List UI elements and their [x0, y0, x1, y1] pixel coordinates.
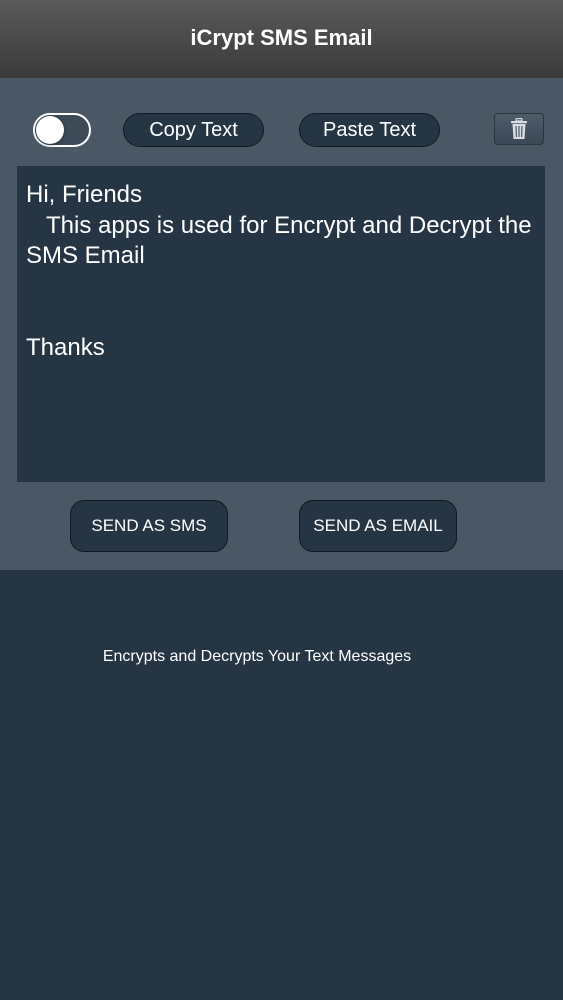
toggle-knob [36, 116, 64, 144]
delete-button[interactable] [494, 113, 544, 145]
navigation-bar: iCrypt SMS Email [0, 0, 563, 78]
nav-title: iCrypt SMS Email [190, 25, 373, 50]
send-as-email-button[interactable]: SEND AS EMAIL [299, 500, 457, 552]
app-screen: iCrypt SMS Email Copy Text Paste Text Hi… [0, 0, 563, 1000]
send-as-sms-button[interactable]: SEND AS SMS [70, 500, 228, 552]
trash-icon [511, 118, 527, 139]
tagline: Encrypts and Decrypts Your Text Messages [102, 648, 412, 665]
copy-text-button[interactable]: Copy Text [123, 113, 264, 147]
encrypt-toggle[interactable] [33, 113, 91, 147]
paste-text-button[interactable]: Paste Text [299, 113, 440, 147]
message-text-area[interactable]: Hi, Friends This apps is used for Encryp… [17, 166, 545, 482]
